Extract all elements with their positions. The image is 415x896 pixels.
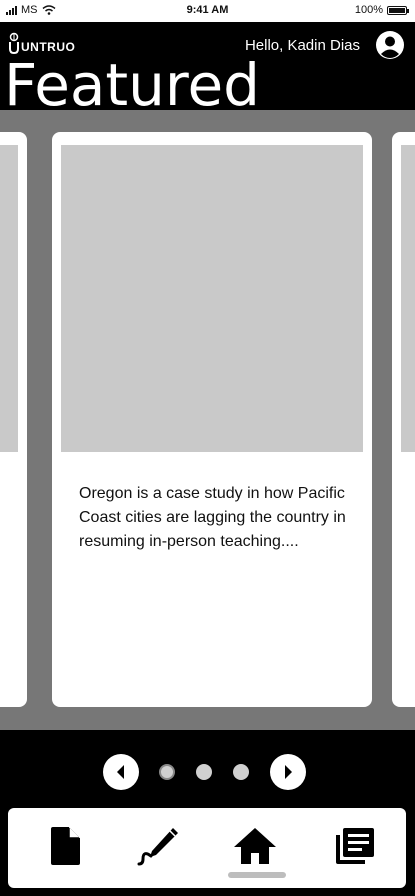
battery-label: 100%	[354, 4, 383, 16]
status-bar: MS 9:41 AM 100%	[0, 0, 415, 22]
user-avatar-icon[interactable]	[375, 30, 405, 60]
chevron-left-icon	[117, 765, 124, 779]
page-dot[interactable]	[159, 764, 175, 780]
status-right: 100%	[354, 4, 409, 16]
library-icon	[336, 828, 374, 864]
page-dot[interactable]	[233, 764, 249, 780]
greeting-text: Hello, Kadin Dias	[244, 37, 360, 54]
card-image	[401, 145, 415, 452]
carousel-pager	[0, 730, 415, 810]
featured-card[interactable]	[392, 132, 415, 707]
document-icon	[51, 827, 80, 865]
tab-write[interactable]	[136, 824, 180, 868]
tab-home[interactable]	[233, 824, 277, 868]
card-image	[0, 145, 18, 452]
featured-carousel[interactable]: Oregon is a case study in how Pacific Co…	[0, 110, 415, 730]
featured-card[interactable]: Oregon is a case study in how Pacific Co…	[52, 132, 372, 707]
quill-pen-icon	[137, 828, 178, 866]
card-text: Oregon is a case study in how Pacific Co…	[79, 485, 346, 550]
active-tab-indicator	[228, 872, 286, 878]
tab-document[interactable]	[43, 824, 87, 868]
chevron-right-icon	[285, 765, 292, 779]
featured-card[interactable]	[0, 132, 27, 707]
next-button[interactable]	[270, 754, 306, 790]
battery-icon	[387, 5, 409, 15]
previous-button[interactable]	[103, 754, 139, 790]
page-dot[interactable]	[196, 764, 212, 780]
bottom-tab-bar	[8, 808, 406, 888]
card-image	[61, 145, 363, 452]
status-time: 9:41 AM	[186, 4, 229, 16]
home-icon	[234, 828, 276, 864]
tab-library[interactable]	[333, 824, 377, 868]
